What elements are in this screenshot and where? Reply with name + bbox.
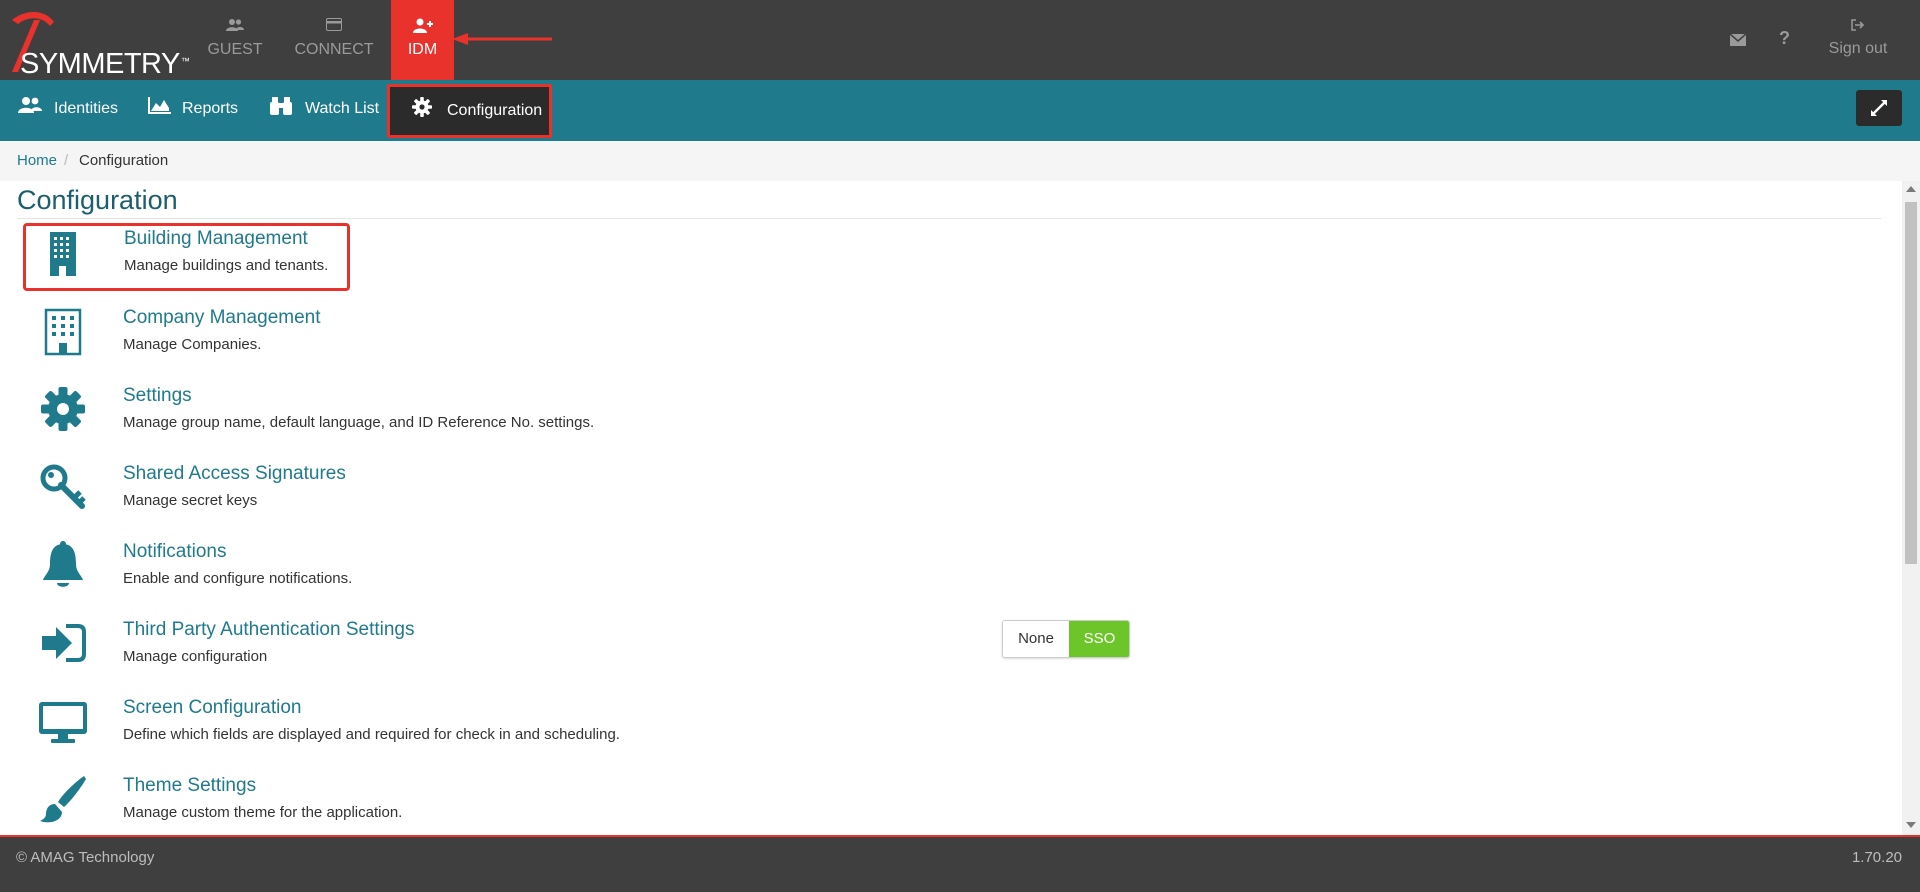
- envelope-icon[interactable]: [1729, 28, 1754, 52]
- bell-icon: [38, 540, 88, 590]
- subnav-watch-list-label: Watch List: [305, 100, 380, 117]
- binoculars-icon: [270, 96, 292, 121]
- page-title: Configuration: [17, 185, 178, 215]
- config-item-third-party-auth[interactable]: Third Party Authentication Settings Mana…: [24, 614, 924, 686]
- top-bar: SYMMETRY™ GUEST CONNECT IDM ? Sign out: [0, 0, 1920, 80]
- auth-toggle-none[interactable]: None: [1003, 621, 1069, 657]
- sign-out-label: Sign out: [1828, 40, 1888, 57]
- config-item-desc: Enable and configure notifications.: [123, 570, 353, 587]
- topnav-idm[interactable]: IDM: [391, 0, 454, 80]
- footer: © AMAG Technology 1.70.20: [0, 835, 1920, 892]
- subnav-configuration[interactable]: Configuration: [387, 84, 552, 138]
- title-divider: [17, 218, 1881, 219]
- sign-out-icon: [1851, 19, 1865, 31]
- subnav-configuration-label: Configuration: [447, 102, 543, 119]
- config-item-shared-access-signatures[interactable]: Shared Access Signatures Manage secret k…: [24, 458, 924, 530]
- expand-icon: [1871, 100, 1887, 116]
- config-item-notifications[interactable]: Notifications Enable and configure notif…: [24, 536, 924, 608]
- config-item-title[interactable]: Building Management: [124, 228, 308, 250]
- breadcrumb: Home / Configuration: [0, 141, 1920, 181]
- config-item-desc: Manage custom theme for the application.: [123, 804, 403, 821]
- gear-icon: [38, 384, 88, 434]
- auth-toggle-sso[interactable]: SSO: [1069, 621, 1129, 657]
- config-item-title[interactable]: Third Party Authentication Settings: [123, 619, 415, 641]
- subnav-reports-label: Reports: [182, 100, 239, 117]
- topnav-guest[interactable]: GUEST: [191, 0, 279, 80]
- building-icon: [39, 229, 89, 279]
- annotation-arrow-icon: [452, 33, 552, 45]
- breadcrumb-current: Configuration: [79, 152, 169, 169]
- config-item-desc: Manage group name, default language, and…: [123, 414, 595, 431]
- config-item-title[interactable]: Screen Configuration: [123, 697, 302, 719]
- scrollbar-thumb[interactable]: [1905, 202, 1917, 564]
- area-chart-icon: [148, 96, 172, 119]
- config-item-settings[interactable]: Settings Manage group name, default lang…: [24, 380, 924, 452]
- subnav-reports[interactable]: Reports: [148, 80, 248, 141]
- question-icon[interactable]: ?: [1779, 28, 1803, 52]
- key-icon: [38, 462, 88, 512]
- topnav-connect-label: CONNECT: [294, 41, 374, 58]
- users-icon: [191, 18, 279, 34]
- subnav-identities[interactable]: Identities: [18, 80, 138, 141]
- subnav-identities-label: Identities: [54, 100, 119, 117]
- config-item-desc: Define which fields are displayed and re…: [123, 726, 620, 743]
- subnav-watch-list[interactable]: Watch List: [270, 80, 382, 141]
- card-icon: [290, 18, 378, 34]
- copyright-text: © AMAG Technology: [16, 849, 155, 866]
- fullscreen-button[interactable]: [1856, 90, 1902, 126]
- scroll-up-arrow-icon[interactable]: [1906, 186, 1916, 192]
- auth-mode-toggle: None SSO: [1002, 620, 1130, 658]
- config-item-title[interactable]: Shared Access Signatures: [123, 463, 346, 485]
- scroll-down-arrow-icon[interactable]: [1906, 822, 1916, 828]
- symmetry-logo[interactable]: SYMMETRY™: [6, 6, 190, 80]
- config-item-title[interactable]: Notifications: [123, 541, 227, 563]
- topnav-guest-label: GUEST: [207, 41, 263, 58]
- monitor-icon: [38, 696, 88, 746]
- config-item-title[interactable]: Company Management: [123, 307, 321, 329]
- topnav-idm-label: IDM: [407, 41, 438, 58]
- paintbrush-icon: [38, 774, 88, 824]
- config-item-title[interactable]: Theme Settings: [123, 775, 256, 797]
- config-item-screen-configuration[interactable]: Screen Configuration Define which fields…: [24, 692, 924, 764]
- logo-text: SYMMETRY™: [20, 48, 190, 80]
- breadcrumb-home-link[interactable]: Home: [17, 152, 57, 169]
- user-plus-icon: [391, 18, 454, 34]
- sign-out-button[interactable]: Sign out: [1814, 18, 1902, 58]
- sign-in-icon: [38, 618, 88, 668]
- config-item-building-management[interactable]: Building Management Manage buildings and…: [23, 223, 350, 291]
- config-item-theme-settings[interactable]: Theme Settings Manage custom theme for t…: [24, 770, 924, 842]
- config-item-desc: Manage secret keys: [123, 492, 258, 509]
- topnav-connect[interactable]: CONNECT: [290, 0, 378, 80]
- config-item-company-management[interactable]: Company Management Manage Companies.: [24, 302, 924, 374]
- config-item-desc: Manage configuration: [123, 648, 268, 665]
- secondary-nav: Identities Reports Watch List Configurat…: [0, 80, 1920, 141]
- config-item-title[interactable]: Settings: [123, 385, 192, 407]
- gear-icon: [412, 97, 432, 122]
- config-item-desc: Manage buildings and tenants.: [124, 257, 329, 274]
- users-icon: [18, 96, 42, 119]
- config-item-desc: Manage Companies.: [123, 336, 262, 353]
- version-text: 1.70.20: [1851, 849, 1902, 866]
- breadcrumb-separator: /: [64, 152, 69, 169]
- building-outline-icon: [38, 306, 88, 356]
